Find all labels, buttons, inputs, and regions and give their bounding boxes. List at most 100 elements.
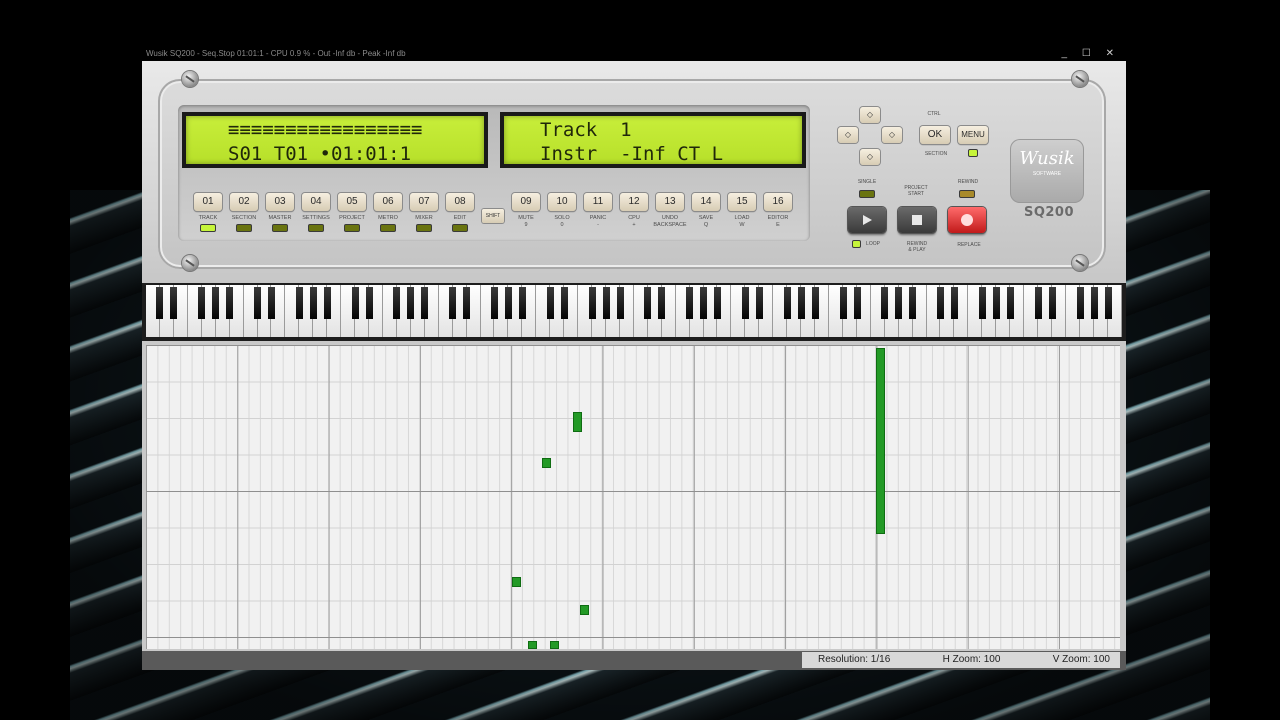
black-key[interactable]: [393, 287, 401, 319]
black-key[interactable]: [449, 287, 457, 319]
black-key[interactable]: [755, 287, 763, 319]
button-06[interactable]: 06: [374, 193, 402, 211]
black-key[interactable]: [254, 287, 262, 319]
status-panel: Resolution: 1/16 H Zoom: 100 V Zoom: 100: [802, 652, 1120, 668]
black-key[interactable]: [170, 287, 178, 319]
midi-note[interactable]: [574, 413, 581, 431]
lcd-right: Track 1 Instr -Inf CT L: [500, 112, 806, 168]
button-11[interactable]: 11: [584, 193, 612, 211]
menu-button[interactable]: MENU: [958, 126, 988, 144]
black-key[interactable]: [979, 287, 987, 319]
black-key[interactable]: [1076, 287, 1084, 319]
piano-roll-grid[interactable]: [146, 345, 1120, 649]
midi-note[interactable]: [877, 349, 884, 533]
nav-up-button[interactable]: ◇: [860, 107, 880, 123]
shift-button[interactable]: SHIFT: [482, 209, 504, 223]
black-key[interactable]: [1006, 287, 1014, 319]
piano-keyboard[interactable]: [142, 283, 1126, 341]
black-key[interactable]: [226, 287, 234, 319]
button-08[interactable]: 08: [446, 193, 474, 211]
black-key[interactable]: [714, 287, 722, 319]
black-key[interactable]: [156, 287, 164, 319]
black-key[interactable]: [700, 287, 708, 319]
black-key[interactable]: [839, 287, 847, 319]
black-key[interactable]: [588, 287, 596, 319]
lcd-left: ≡≡≡≡≡≡≡≡≡≡≡≡≡≡≡≡≡ S01 T01 •01:01:1: [182, 112, 488, 168]
midi-note[interactable]: [581, 606, 588, 614]
black-key[interactable]: [811, 287, 819, 319]
button-13[interactable]: 13: [656, 193, 684, 211]
led-project: [345, 225, 359, 231]
midi-note[interactable]: [543, 459, 550, 467]
black-key[interactable]: [295, 287, 303, 319]
black-key[interactable]: [783, 287, 791, 319]
button-12[interactable]: 12: [620, 193, 648, 211]
nav-down-button[interactable]: ◇: [860, 149, 880, 165]
window-titlebar: Wusik SQ200 - Seq.Stop 01:01:1 - CPU 0.9…: [142, 47, 1126, 61]
project-start-label: PROJECT START: [904, 185, 928, 197]
black-key[interactable]: [993, 287, 1000, 319]
black-key[interactable]: [421, 287, 429, 319]
black-key[interactable]: [658, 287, 666, 319]
black-key[interactable]: [686, 287, 694, 319]
black-key[interactable]: [1034, 287, 1042, 319]
black-key[interactable]: [518, 287, 526, 319]
black-key[interactable]: [505, 287, 512, 319]
hardware-panel: ≡≡≡≡≡≡≡≡≡≡≡≡≡≡≡≡≡ S01 T01 •01:01:1 Track …: [142, 61, 1126, 283]
black-key[interactable]: [407, 287, 415, 319]
button-01[interactable]: 01: [194, 193, 222, 211]
black-key[interactable]: [323, 287, 331, 319]
black-key[interactable]: [1048, 287, 1056, 319]
black-key[interactable]: [616, 287, 624, 319]
black-key[interactable]: [351, 287, 359, 319]
button-16[interactable]: 16: [764, 193, 792, 211]
midi-note[interactable]: [529, 642, 536, 648]
black-key[interactable]: [212, 287, 220, 319]
button-14[interactable]: 14: [692, 193, 720, 211]
play-button[interactable]: [848, 207, 886, 233]
black-key[interactable]: [644, 287, 652, 319]
ok-button[interactable]: OK: [920, 126, 950, 144]
black-key[interactable]: [909, 287, 917, 319]
stop-button[interactable]: [898, 207, 936, 233]
button-05[interactable]: 05: [338, 193, 366, 211]
piano-keys[interactable]: [146, 285, 1122, 337]
black-key[interactable]: [198, 287, 206, 319]
black-key[interactable]: [881, 287, 889, 319]
button-09[interactable]: 09: [512, 193, 540, 211]
led-menu: [969, 150, 977, 156]
resolution-readout: Resolution: 1/16: [818, 654, 891, 665]
nav-right-button[interactable]: ◇: [882, 127, 902, 143]
button-07[interactable]: 07: [410, 193, 438, 211]
midi-note[interactable]: [513, 578, 520, 586]
window-controls[interactable]: _ ☐ ✕: [1062, 47, 1120, 61]
black-key[interactable]: [491, 287, 499, 319]
midi-note[interactable]: [551, 642, 558, 648]
black-key[interactable]: [463, 287, 471, 319]
black-key[interactable]: [895, 287, 903, 319]
button-03[interactable]: 03: [266, 193, 294, 211]
button-04[interactable]: 04: [302, 193, 330, 211]
black-key[interactable]: [309, 287, 317, 319]
ctrl-label: CTRL: [927, 111, 941, 117]
vzoom-readout: V Zoom: 100: [1052, 654, 1110, 665]
black-key[interactable]: [267, 287, 275, 319]
record-button[interactable]: [948, 207, 986, 233]
led-rewind: [960, 191, 974, 197]
black-key[interactable]: [742, 287, 750, 319]
black-key[interactable]: [546, 287, 554, 319]
black-key[interactable]: [365, 287, 373, 319]
black-key[interactable]: [853, 287, 861, 319]
black-key[interactable]: [1090, 287, 1098, 319]
black-key[interactable]: [797, 287, 805, 319]
button-10[interactable]: 10: [548, 193, 576, 211]
black-key[interactable]: [951, 287, 959, 319]
black-key[interactable]: [602, 287, 610, 319]
rewind-play-label: REWIND & PLAY: [906, 241, 928, 253]
black-key[interactable]: [1104, 287, 1112, 319]
nav-left-button[interactable]: ◇: [838, 127, 858, 143]
black-key[interactable]: [937, 287, 945, 319]
button-15[interactable]: 15: [728, 193, 756, 211]
black-key[interactable]: [560, 287, 568, 319]
button-02[interactable]: 02: [230, 193, 258, 211]
